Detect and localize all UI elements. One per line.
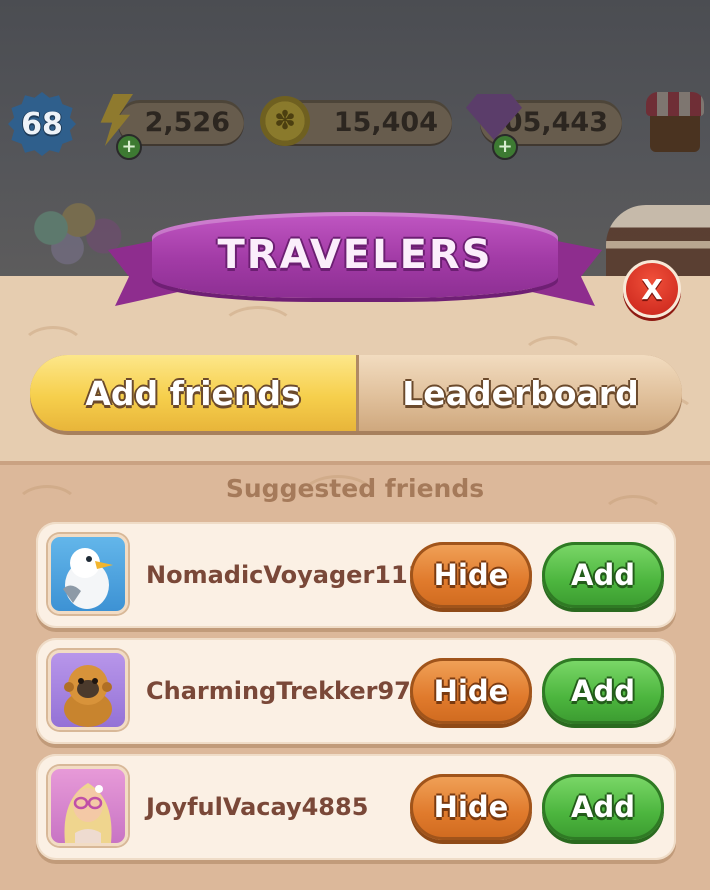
shop-awning: [646, 92, 704, 116]
resource-bar: 68 2,526 + 15,404 ✽ 105,443 +: [0, 92, 710, 162]
plus-icon[interactable]: +: [492, 134, 518, 160]
coins-value: 15,404: [333, 106, 438, 138]
tab-leaderboard[interactable]: Leaderboard: [359, 355, 682, 431]
friend-name: CharmingTrekker9733: [146, 677, 445, 705]
shop-base: [650, 116, 700, 152]
add-button[interactable]: Add: [542, 658, 664, 724]
seagull-icon: [63, 548, 113, 609]
level-badge[interactable]: 68: [8, 92, 76, 156]
girl-icon: [64, 783, 112, 843]
friend-card: CharmingTrekker9733 Hide Add: [36, 638, 676, 744]
dialog-title-banner: TRAVELERS: [152, 212, 558, 298]
tab-add-friends[interactable]: Add friends: [30, 355, 359, 431]
friend-card: JoyfulVacay4885 Hide Add: [36, 754, 676, 860]
close-icon: X: [641, 272, 663, 306]
pattern-swirl: [220, 306, 296, 352]
close-button[interactable]: X: [623, 260, 681, 318]
dialog-title: TRAVELERS: [217, 232, 493, 278]
monkey-avatar: [48, 650, 128, 730]
plus-icon[interactable]: +: [116, 134, 142, 160]
friend-name: JoyfulVacay4885: [146, 793, 369, 821]
section-title: Suggested friends: [225, 474, 485, 503]
seagull-avatar: [48, 534, 128, 614]
shop-awning-icon[interactable]: [646, 92, 704, 154]
level-number: 68: [21, 106, 63, 142]
hide-button[interactable]: Hide: [410, 658, 532, 724]
hide-button[interactable]: Hide: [410, 774, 532, 840]
palm-coin-icon: ✽: [260, 96, 310, 146]
blonde-girl-avatar: [48, 766, 128, 846]
tab-bar: Add friends Leaderboard: [30, 355, 682, 431]
add-button[interactable]: Add: [542, 774, 664, 840]
add-button[interactable]: Add: [542, 542, 664, 608]
friend-card: NomadicVoyager1118 Hide Add: [36, 522, 676, 628]
hide-button[interactable]: Hide: [410, 542, 532, 608]
monkey-icon: [64, 665, 112, 727]
energy-value: 2,526: [144, 106, 230, 138]
balloons-decoration: [18, 196, 128, 276]
friend-name: NomadicVoyager1118: [146, 561, 442, 589]
